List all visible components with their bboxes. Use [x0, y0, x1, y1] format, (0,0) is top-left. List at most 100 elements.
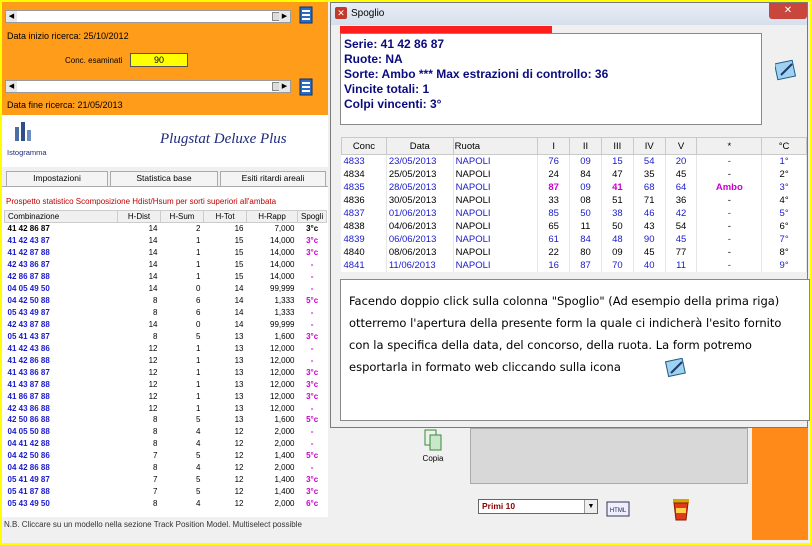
copia-button[interactable]: Copia — [420, 428, 446, 474]
col-star[interactable]: * — [696, 137, 763, 155]
col-ruota[interactable]: Ruota — [452, 137, 539, 155]
col-colpo[interactable]: °C — [761, 137, 807, 155]
conc-label: Conc. esaminati — [65, 56, 123, 65]
table-row[interactable]: 42 50 86 88 8 5 13 1,600 5°c — [5, 414, 327, 426]
table-cell: 43 — [633, 220, 666, 233]
table-row[interactable]: 05 43 49 87 8 6 14 1,333 - — [5, 307, 327, 319]
table-row[interactable]: 05 41 49 87 7 5 12 1,400 3°c — [5, 474, 327, 486]
table-cell: 1 — [196, 391, 201, 401]
stack-icon[interactable] — [298, 6, 314, 24]
table-cell: 12 — [234, 475, 244, 485]
table-row[interactable]: 05 43 49 50 8 4 12 2,000 6°c — [5, 498, 327, 510]
table-cell: 4 — [196, 439, 201, 449]
col-conc[interactable]: Conc — [341, 137, 387, 155]
table-row[interactable]: 41 42 87 88 14 1 15 14,000 3°c — [5, 247, 327, 259]
table-row[interactable]: 41 42 86 87 14 2 16 7,000 3°c — [5, 223, 327, 235]
table-cell: 45 — [633, 246, 666, 259]
col-h-rapp[interactable]: H-Rapp — [246, 210, 298, 223]
col-i[interactable]: I — [537, 137, 571, 155]
primi-dropdown[interactable]: Primi 10 ▼ — [478, 499, 598, 514]
table-cell: 12,000 — [270, 379, 295, 389]
table-row[interactable]: 4839 06/06/2013 NAPOLI 61 84 48 90 45-7° — [341, 233, 807, 246]
table-row[interactable]: 04 05 49 50 14 0 14 99,999 - — [5, 283, 327, 295]
table-row[interactable]: 4833 23/05/2013 NAPOLI 76 09 15 54 20-1° — [341, 154, 807, 168]
table-row[interactable]: 04 42 50 88 8 6 14 1,333 5°c — [5, 295, 327, 307]
table-row[interactable]: 04 41 42 88 8 4 12 2,000 - — [5, 438, 327, 450]
table-row[interactable]: 41 42 43 86 12 1 13 12,000 - — [5, 342, 327, 354]
table-row[interactable]: 04 42 86 88 8 4 12 2,000 - — [5, 462, 327, 474]
table-cell: 14 — [234, 296, 244, 306]
table-cell: 77 — [665, 246, 698, 259]
col-h-dist[interactable]: H-Dist — [117, 210, 161, 223]
table-row[interactable]: 05 41 43 87 8 5 13 1,600 3°c — [5, 330, 327, 342]
table-cell: 1 — [196, 248, 201, 258]
table-cell: - — [310, 439, 314, 449]
table-row[interactable]: 41 86 87 88 12 1 13 12,000 3°c — [5, 390, 327, 402]
tab-esiti-ritardi[interactable]: Esiti ritardi areali — [220, 171, 326, 187]
table-row[interactable]: 42 86 87 88 14 1 15 14,000 - — [5, 271, 327, 283]
chevron-down-icon[interactable]: ▼ — [584, 500, 597, 513]
table-row[interactable]: 4835 28/05/2013 NAPOLI 87 09 41 68 64 Ambo 3° — [341, 181, 807, 194]
table-row[interactable]: 42 43 86 87 14 1 15 14,000 - — [5, 259, 327, 271]
table-row[interactable]: 41 43 87 88 12 1 13 12,000 3°c — [5, 378, 327, 390]
tab-statistica-base[interactable]: Statistica base — [110, 171, 218, 187]
table-row[interactable]: 4841 11/06/2013 NAPOLI 16 87 70 40 11-9° — [341, 259, 807, 272]
tab-impostazioni[interactable]: Impostazioni — [6, 171, 108, 187]
export-web-icon[interactable] — [775, 59, 797, 81]
table-row[interactable]: 04 05 50 88 8 4 12 2,000 - — [5, 426, 327, 438]
col-v[interactable]: V — [664, 137, 698, 155]
histogram-icon[interactable] — [12, 119, 34, 143]
table-cell: 5 — [196, 475, 201, 485]
trash-bin-icon[interactable] — [670, 496, 692, 522]
table-row[interactable]: 4837 01/06/2013 NAPOLI 85 50 38 46 42-5° — [341, 207, 807, 220]
end-date-slider[interactable]: ◀ ▶ — [5, 80, 291, 93]
table-row[interactable]: 42 43 86 88 12 1 13 12,000 - — [5, 402, 327, 414]
brand-title: Plugstat Deluxe Plus — [160, 131, 287, 147]
table-row[interactable]: 05 41 87 88 7 5 12 1,400 3°c — [5, 486, 327, 498]
table-cell: 1,600 — [274, 415, 295, 425]
col-spogli[interactable]: Spogli — [296, 210, 328, 223]
table-cell: 3°c — [306, 475, 319, 485]
table-cell: 15 — [234, 260, 244, 270]
col-iii[interactable]: III — [600, 137, 634, 155]
table-cell: 4 — [196, 427, 201, 437]
table-row[interactable]: 41 43 86 87 12 1 13 12,000 3°c — [5, 366, 327, 378]
col-h-tot[interactable]: H-Tot — [203, 210, 247, 223]
table-row[interactable]: 4836 30/05/2013 NAPOLI 33 08 51 71 36-4° — [341, 194, 807, 207]
html-export-icon[interactable]: HTML — [606, 498, 630, 520]
table-cell: 08/06/2013 — [386, 246, 454, 259]
table-cell: 8 — [153, 499, 158, 509]
conc-input[interactable]: 90 — [130, 53, 188, 67]
table-row[interactable]: 41 42 86 88 12 1 13 12,000 - — [5, 354, 327, 366]
table-cell: 3°c — [306, 224, 319, 234]
close-button[interactable]: ✕ — [769, 3, 807, 19]
slider-left-arrow-icon[interactable]: ◀ — [6, 11, 17, 22]
col-ii[interactable]: II — [569, 137, 602, 155]
col-data[interactable]: Data — [385, 137, 454, 155]
table-cell: 70 — [601, 259, 634, 272]
table-cell: 4° — [761, 194, 807, 207]
table-cell: 7° — [761, 233, 807, 246]
stack-icon[interactable] — [298, 78, 314, 96]
slider-left-arrow-icon[interactable]: ◀ — [6, 81, 17, 92]
table-cell: 5°c — [306, 296, 319, 306]
slider-right-arrow-icon[interactable]: ▶ — [279, 11, 290, 22]
table-row[interactable]: 4840 08/06/2013 NAPOLI 22 80 09 45 77-8° — [341, 246, 807, 259]
table-row[interactable]: 4838 04/06/2013 NAPOLI 65 11 50 43 54-6° — [341, 220, 807, 233]
table-cell: 7 — [153, 487, 158, 497]
table-row[interactable]: 04 42 50 86 7 5 12 1,400 5°c — [5, 450, 327, 462]
slider-right-arrow-icon[interactable]: ▶ — [279, 81, 290, 92]
col-combinazione[interactable]: Combinazione — [4, 210, 118, 223]
table-cell: 4838 — [341, 220, 387, 233]
table-cell: 12 — [234, 487, 244, 497]
table-row[interactable]: 4834 25/05/2013 NAPOLI 24 84 47 35 45-2° — [341, 168, 807, 181]
table-cell: 3° — [761, 181, 807, 194]
col-h-sum[interactable]: H-Sum — [160, 210, 204, 223]
table-cell: 12 — [234, 439, 244, 449]
histogram-label[interactable]: Istogramma — [7, 148, 47, 157]
table-cell: 3°c — [306, 248, 319, 258]
table-row[interactable]: 41 42 43 87 14 1 15 14,000 3°c — [5, 235, 327, 247]
start-date-slider[interactable]: ◀ ▶ — [5, 10, 291, 23]
col-iv[interactable]: IV — [632, 137, 666, 155]
table-row[interactable]: 42 43 87 88 14 0 14 99,999 - — [5, 319, 327, 331]
